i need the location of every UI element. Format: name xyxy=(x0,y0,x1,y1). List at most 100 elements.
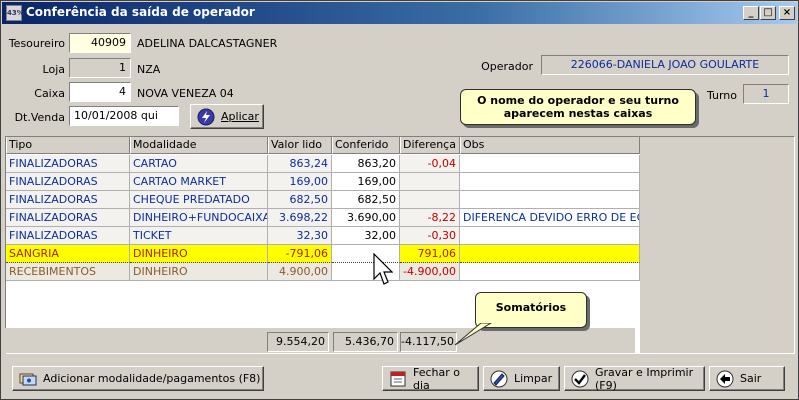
cell-tipo: RECEBIMENTOS xyxy=(6,263,130,281)
adicionar-modalidade-button[interactable]: Adicionar modalidade/pagamentos (F8) xyxy=(12,366,264,391)
dtvenda-field[interactable]: 10/01/2008 qui xyxy=(69,106,179,126)
cell-valor-lido: 32,30 xyxy=(268,227,332,245)
cell-obs[interactable] xyxy=(460,173,640,191)
total-valor-lido: 9.554,20 xyxy=(267,332,329,352)
minimize-button[interactable]: _ xyxy=(743,6,759,20)
cell-valor-lido: 4.900,00 xyxy=(268,263,332,281)
col-header-diferenca[interactable]: Diferença xyxy=(400,137,460,154)
table-row[interactable]: FINALIZADORAS DINHEIRO+FUNDOCAIXA 3.698,22… xyxy=(6,209,640,227)
window-title: Conferência da saída de operador xyxy=(26,5,255,19)
cell-diferenca: 791,06 xyxy=(400,245,460,263)
dtvenda-label: Dt.Venda xyxy=(14,111,65,124)
total-conferido: 5.436,70 xyxy=(333,332,398,352)
eraser-icon xyxy=(490,370,508,387)
aplicar-label: Aplicar xyxy=(221,110,259,123)
table-row[interactable]: FINALIZADORAS CARTAO MARKET 169,00 169,00 xyxy=(6,173,640,191)
table-row[interactable]: RECEBIMENTOS DINHEIRO 4.900,00 -4.900,00 xyxy=(6,263,640,281)
cell-obs[interactable] xyxy=(460,263,640,281)
cell-valor-lido: 682,50 xyxy=(268,191,332,209)
operador-callout: O nome do operador e seu turno aparecem … xyxy=(460,89,696,125)
turno-field: 1 xyxy=(743,84,789,104)
cell-diferenca: -0,04 xyxy=(400,155,460,173)
cell-diferenca: -0,30 xyxy=(400,227,460,245)
cell-conferido[interactable]: 863,20 xyxy=(332,155,400,173)
col-header-obs[interactable]: Obs xyxy=(460,137,640,154)
exit-arrow-icon xyxy=(716,370,734,387)
calendar-icon xyxy=(390,371,406,386)
table-row[interactable]: SANGRIA DINHEIRO -791,06 791,06 xyxy=(6,245,640,263)
limpar-label: Limpar xyxy=(514,372,553,385)
caixa-code-field[interactable]: 4 xyxy=(69,82,131,102)
maximize-button[interactable]: □ xyxy=(760,6,776,20)
col-header-valor-lido[interactable]: Valor lido xyxy=(268,137,332,154)
sair-button[interactable]: Sair xyxy=(709,366,785,391)
caixa-label: Caixa xyxy=(34,87,65,100)
total-diferenca: -4.117,50 xyxy=(400,332,457,352)
cell-tipo: FINALIZADORAS xyxy=(6,209,130,227)
main-window: 43% Conferência da saída de operador _ □… xyxy=(0,0,799,400)
cell-modalidade: DINHEIRO+FUNDOCAIXA xyxy=(130,209,268,227)
callout-pointer xyxy=(454,323,492,346)
cell-obs[interactable] xyxy=(460,155,640,173)
cell-tipo: FINALIZADORAS xyxy=(6,173,130,191)
close-button[interactable]: × xyxy=(779,6,795,20)
bolt-icon xyxy=(197,108,215,125)
cell-conferido[interactable]: 682,50 xyxy=(332,191,400,209)
fechar-dia-button[interactable]: Fechar o dia xyxy=(382,365,479,392)
tesoureiro-label: Tesoureiro xyxy=(8,37,65,50)
cell-tipo: FINALIZADORAS xyxy=(6,191,130,209)
cell-tipo: FINALIZADORAS xyxy=(6,227,130,245)
cell-valor-lido: 863,24 xyxy=(268,155,332,173)
cell-diferenca xyxy=(400,173,460,191)
table-row[interactable]: FINALIZADORAS TICKET 32,30 32,00 -0,30 xyxy=(6,227,640,245)
limpar-button[interactable]: Limpar xyxy=(483,366,560,391)
cell-modalidade: CHEQUE PREDATADO xyxy=(130,191,268,209)
checkmark-icon xyxy=(571,370,589,387)
cell-modalidade: TICKET xyxy=(130,227,268,245)
cell-valor-lido: 169,00 xyxy=(268,173,332,191)
col-header-tipo[interactable]: Tipo xyxy=(6,137,130,154)
caixa-name: NOVA VENEZA 04 xyxy=(137,87,234,100)
cell-modalidade: DINHEIRO xyxy=(130,245,268,263)
tesoureiro-name: ADELINA DALCASTAGNER xyxy=(137,37,278,50)
cell-obs[interactable] xyxy=(460,227,640,245)
gravar-imprimir-button[interactable]: Gravar e Imprimir (F9) xyxy=(564,365,705,392)
cell-modalidade: CARTAO MARKET xyxy=(130,173,268,191)
cell-obs[interactable] xyxy=(460,191,640,209)
cell-obs[interactable] xyxy=(460,245,640,263)
loja-name: NZA xyxy=(137,63,161,76)
cell-tipo: FINALIZADORAS xyxy=(6,155,130,173)
conferencia-grid: Tipo Modalidade Valor lido Conferido Dif… xyxy=(5,136,795,354)
cell-obs[interactable]: DIFERENCA DEVIDO ERRO DE ECF xyxy=(460,209,640,227)
cell-diferenca xyxy=(400,191,460,209)
cell-valor-lido: 3.698,22 xyxy=(268,209,332,227)
grid-empty-area xyxy=(640,137,794,353)
table-row[interactable]: FINALIZADORAS CARTAO 863,24 863,20 -0,04 xyxy=(6,155,640,173)
cell-diferenca: -8,22 xyxy=(400,209,460,227)
cell-conferido[interactable]: 169,00 xyxy=(332,173,400,191)
mouse-cursor-icon xyxy=(373,253,393,285)
tesoureiro-code-field[interactable]: 40909 xyxy=(69,33,131,53)
gravar-imprimir-label: Gravar e Imprimir (F9) xyxy=(595,365,694,392)
cell-tipo: SANGRIA xyxy=(6,245,130,263)
col-header-modalidade[interactable]: Modalidade xyxy=(130,137,268,154)
aplicar-button[interactable]: Aplicar xyxy=(190,104,264,129)
operador-field: 226066-DANIELA JOAO GOULARTE xyxy=(541,55,789,75)
title-bar[interactable]: 43% Conferência da saída de operador _ □… xyxy=(2,2,797,24)
cell-valor-lido: -791,06 xyxy=(268,245,332,263)
cell-conferido[interactable]: 32,00 xyxy=(332,227,400,245)
col-header-conferido[interactable]: Conferido xyxy=(332,137,400,154)
loja-label: Loja xyxy=(42,63,65,76)
loja-code-field: 1 xyxy=(69,58,131,78)
cell-diferenca: -4.900,00 xyxy=(400,263,460,281)
cell-conferido[interactable]: 3.690,00 xyxy=(332,209,400,227)
table-row[interactable]: FINALIZADORAS CHEQUE PREDATADO 682,50 682,5… xyxy=(6,191,640,209)
app-icon: 43% xyxy=(6,5,24,21)
cell-modalidade: CARTAO xyxy=(130,155,268,173)
fechar-dia-label: Fechar o dia xyxy=(413,365,461,392)
turno-label: Turno xyxy=(706,89,737,102)
operador-label: Operador xyxy=(481,60,533,73)
sair-label: Sair xyxy=(740,372,762,385)
payment-icon xyxy=(19,373,37,385)
adicionar-modalidade-label: Adicionar modalidade/pagamentos (F8) xyxy=(43,372,261,385)
